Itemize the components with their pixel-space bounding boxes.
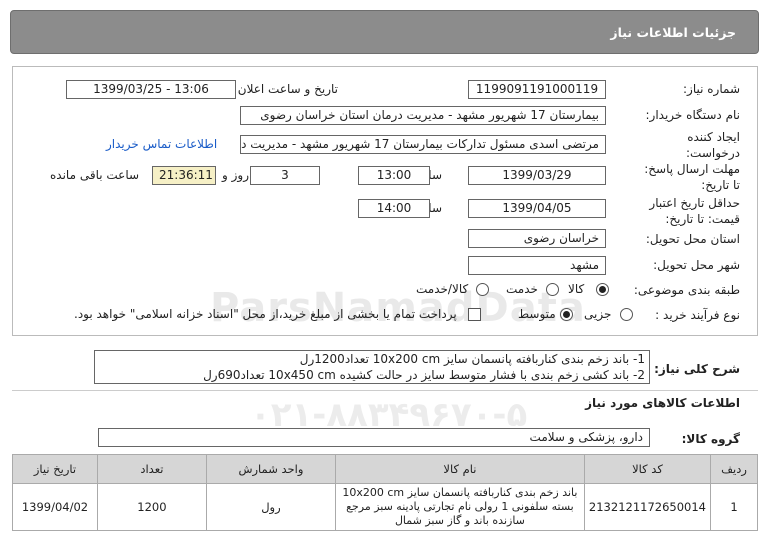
days-label: روز و xyxy=(222,168,249,182)
days-field: 3 xyxy=(250,166,320,185)
col-name: نام کالا xyxy=(334,454,585,484)
description-line-1: 1- باند زخم بندی کناربافته پانسمان سایز … xyxy=(299,352,645,366)
announce-field: 1399/03/25 - 13:06 xyxy=(66,80,236,99)
process-option-minor: جزیی xyxy=(584,307,612,321)
process-option-medium: متوسط xyxy=(518,307,556,321)
row-unit: رول xyxy=(205,483,336,531)
col-unit: واحد شمارش xyxy=(205,454,336,484)
category-radio-goods-service[interactable] xyxy=(476,283,489,296)
goods-group-label: گروه کالا: xyxy=(681,432,740,446)
col-qty: تعداد xyxy=(96,454,207,484)
category-option-goods-service: کالا/خدمت xyxy=(416,282,469,296)
description-label: شرح کلی نیاز: xyxy=(654,362,740,376)
deadline-time-field: 13:00 xyxy=(358,166,430,185)
col-index: ردیف xyxy=(710,454,758,484)
creator-label-2: درخواست: xyxy=(686,146,740,160)
validity-label-1: حداقل تاریخ اعتبار xyxy=(649,196,740,210)
header-bar: جزئیات اطلاعات نیاز xyxy=(10,10,759,54)
province-label: استان محل تحویل: xyxy=(645,232,740,246)
treasury-payment-checkbox[interactable] xyxy=(468,308,481,321)
buyer-label: نام دستگاه خریدار: xyxy=(645,108,741,122)
remaining-label: ساعت باقی مانده xyxy=(50,168,140,182)
deadline-label-2: تا تاریخ: xyxy=(701,178,740,192)
city-field: مشهد xyxy=(468,256,606,275)
process-radio-medium[interactable] xyxy=(560,308,573,321)
table-row[interactable]: 1 2132121172650014 باند زخم بندی کنارباف… xyxy=(12,483,758,531)
process-label: نوع فرآیند خرید : xyxy=(655,308,740,322)
row-index: 1 xyxy=(710,483,758,531)
creator-field: مرتضی اسدی مسئول تدارکات بیمارستان 17 شه… xyxy=(240,135,606,154)
page-title: جزئیات اطلاعات نیاز xyxy=(610,25,736,40)
buyer-field: بیمارستان 17 شهریور مشهد - مدیریت درمان … xyxy=(240,106,606,125)
description-line-2: 2- باند کشی زخم بندی با فشار متوسط سایز … xyxy=(203,368,645,382)
goods-section-title: اطلاعات کالاهای مورد نیاز xyxy=(585,396,740,410)
province-field: خراسان رضوی xyxy=(468,229,606,248)
row-name: باند زخم بندی کناربافته پانسمان سایز 10x… xyxy=(334,483,585,531)
payment-note: پرداخت تمام یا بخشی از مبلغ خرید،از محل … xyxy=(74,307,457,321)
need-number-label: شماره نیاز: xyxy=(683,82,740,96)
process-radio-minor[interactable] xyxy=(620,308,633,321)
row-code: 2132121172650014 xyxy=(583,483,712,531)
category-radio-service[interactable] xyxy=(546,283,559,296)
city-label: شهر محل تحویل: xyxy=(653,258,740,272)
goods-group-field: دارو، پزشکی و سلامت xyxy=(98,428,650,447)
need-number-field: 1199091191000119 xyxy=(468,80,606,99)
goods-table-header: ردیف کد کالا نام کالا واحد شمارش تعداد ت… xyxy=(12,454,758,484)
goods-table: ردیف کد کالا نام کالا واحد شمارش تعداد ت… xyxy=(12,454,758,531)
deadline-label-1: مهلت ارسال پاسخ: xyxy=(644,162,740,176)
row-qty: 1200 xyxy=(96,483,207,531)
category-option-service: خدمت xyxy=(506,282,538,296)
validity-date-field: 1399/04/05 xyxy=(468,199,606,218)
category-option-goods: کالا xyxy=(568,282,585,296)
category-radio-goods[interactable] xyxy=(596,283,609,296)
buyer-contact-link[interactable]: اطلاعات تماس خریدار xyxy=(106,137,217,151)
validity-label-2: قیمت: تا تاریخ: xyxy=(665,212,740,226)
col-code: کد کالا xyxy=(583,454,712,484)
divider xyxy=(12,390,758,391)
creator-label-1: ایجاد کننده xyxy=(687,130,740,144)
description-box: 1- باند زخم بندی کناربافته پانسمان سایز … xyxy=(94,350,650,384)
category-label: طبقه بندی موضوعی: xyxy=(633,283,740,297)
row-date: 1399/04/02 xyxy=(12,483,98,531)
validity-time-field: 14:00 xyxy=(358,199,430,218)
deadline-date-field: 1399/03/29 xyxy=(468,166,606,185)
col-date: تاریخ نیاز xyxy=(12,454,98,484)
remaining-time-field: 21:36:11 xyxy=(152,166,216,185)
